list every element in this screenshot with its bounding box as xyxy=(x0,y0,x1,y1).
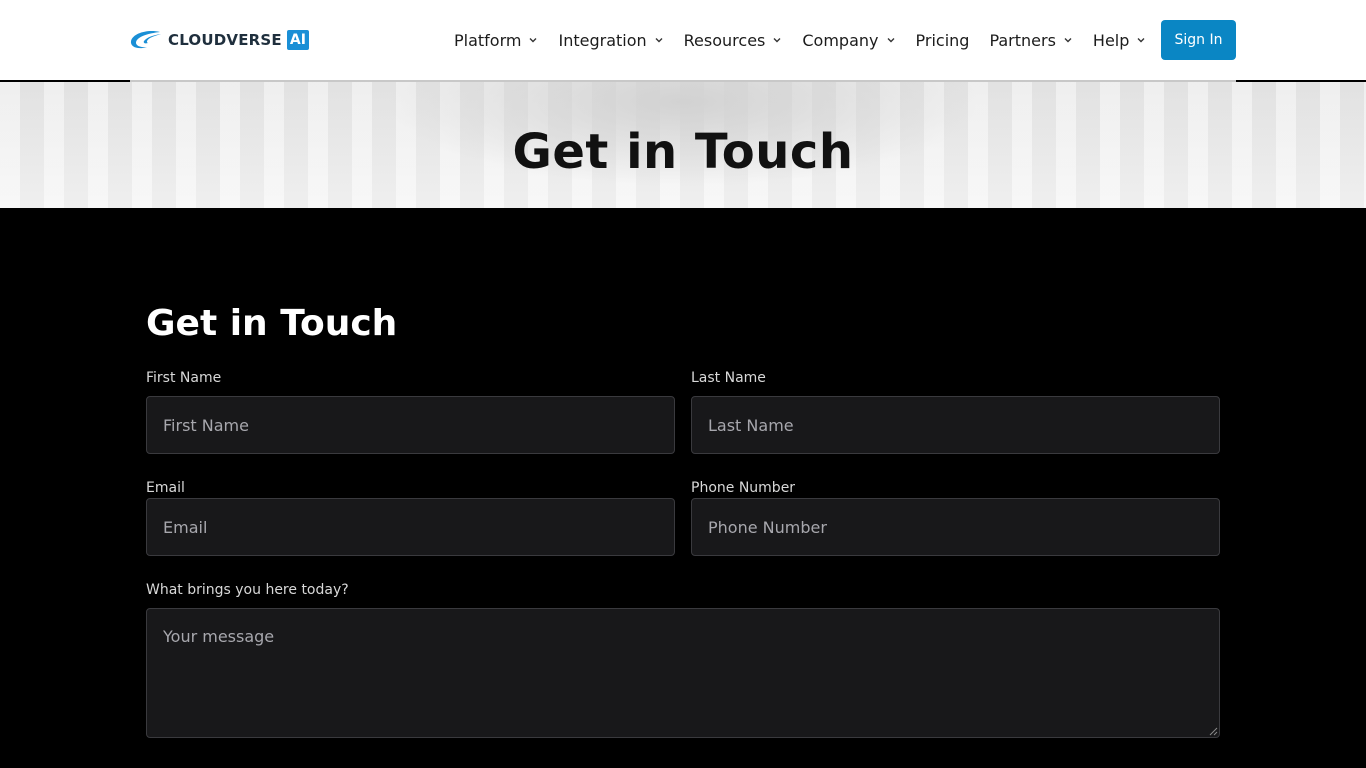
chevron-down-icon xyxy=(1064,38,1072,43)
cloudverse-logo[interactable]: CLOUDVERSE AI xyxy=(130,28,309,52)
contact-form-section: Get in Touch First Name Last Name Email … xyxy=(0,208,1366,768)
nav-item-resources[interactable]: Resources xyxy=(684,31,783,50)
last-name-label: Last Name xyxy=(691,370,766,386)
hero-banner: Get in Touch xyxy=(0,82,1366,208)
nav-label: Pricing xyxy=(915,30,970,50)
message-label: What brings you here today? xyxy=(146,582,349,598)
last-name-input[interactable] xyxy=(691,396,1220,454)
hero-title: Get in Touch xyxy=(512,124,854,180)
nav-item-help[interactable]: Help xyxy=(1093,31,1146,50)
nav-label: Partners xyxy=(989,30,1056,50)
nav-item-platform[interactable]: Platform xyxy=(454,31,538,50)
main-nav: Platform Integration Resources Company P… xyxy=(454,0,1166,80)
phone-input[interactable] xyxy=(691,498,1220,556)
form-title: Get in Touch xyxy=(146,303,398,344)
sign-in-button[interactable]: Sign In xyxy=(1161,20,1236,60)
nav-label: Platform xyxy=(454,30,522,50)
first-name-label: First Name xyxy=(146,370,222,386)
chevron-down-icon xyxy=(655,38,663,43)
nav-item-pricing[interactable]: Pricing xyxy=(916,31,970,50)
nav-item-company[interactable]: Company xyxy=(802,31,895,50)
message-textarea[interactable] xyxy=(146,608,1220,738)
email-input[interactable] xyxy=(146,498,675,556)
resize-grip-icon[interactable] xyxy=(1209,727,1218,736)
logo-wordmark: CLOUDVERSE xyxy=(168,31,282,49)
chevron-down-icon xyxy=(773,38,781,43)
chevron-down-icon xyxy=(887,38,894,43)
first-name-input[interactable] xyxy=(146,396,675,454)
nav-item-partners[interactable]: Partners xyxy=(989,31,1072,50)
email-label: Email xyxy=(146,480,185,496)
logo-ai-badge: AI xyxy=(286,30,309,50)
chevron-down-icon xyxy=(529,38,537,43)
phone-label: Phone Number xyxy=(691,480,796,496)
chevron-down-icon xyxy=(1137,38,1145,43)
nav-label: Help xyxy=(1092,30,1130,50)
site-header: CLOUDVERSE AI Platform Integration Resou… xyxy=(0,0,1366,80)
cloudverse-swoosh-icon xyxy=(130,31,161,49)
nav-label: Integration xyxy=(558,30,647,50)
nav-item-integration[interactable]: Integration xyxy=(558,31,663,50)
nav-label: Resources xyxy=(683,30,766,50)
nav-label: Company xyxy=(802,30,879,50)
